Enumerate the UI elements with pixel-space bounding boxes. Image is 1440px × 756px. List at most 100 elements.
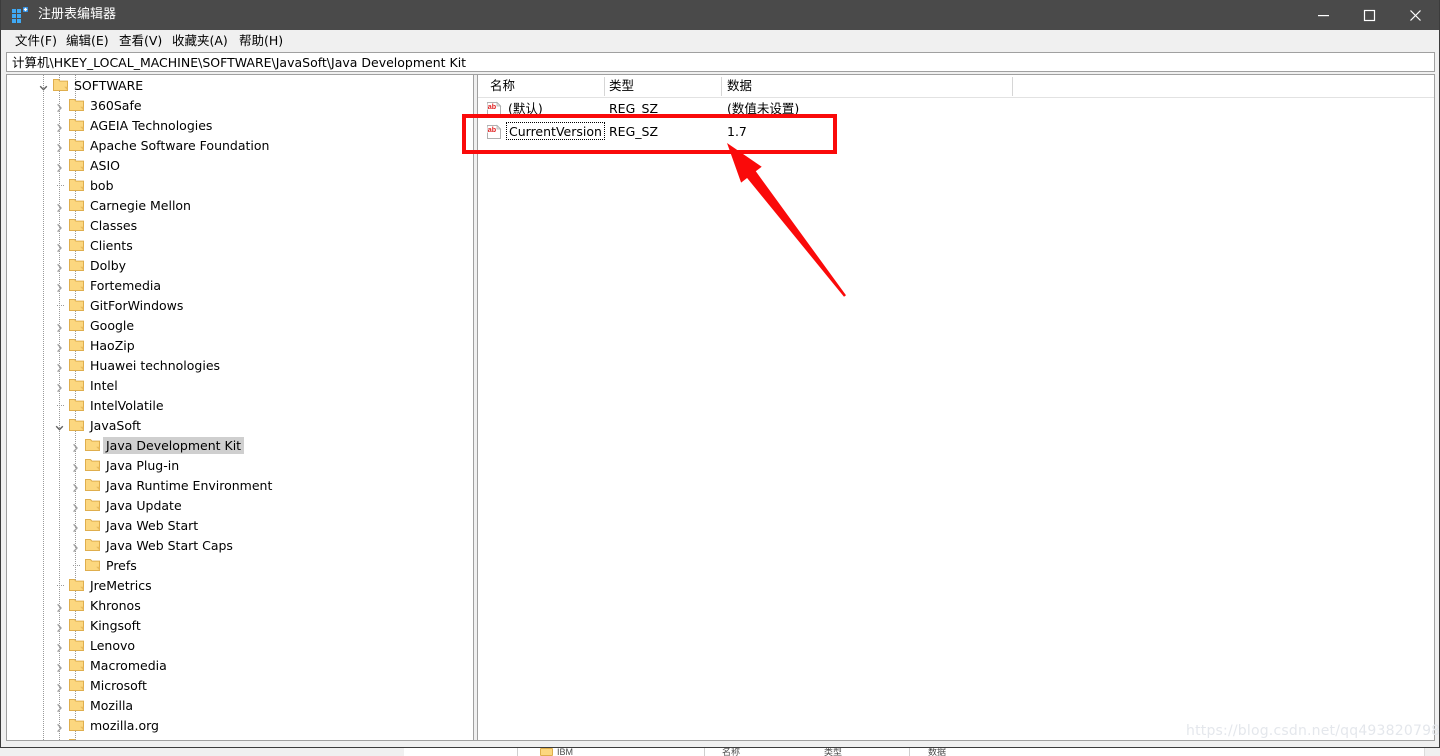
chevron-right-icon[interactable] <box>55 600 64 613</box>
tree-item[interactable]: Intel <box>7 375 473 395</box>
tree-item[interactable]: Lenovo <box>7 635 473 655</box>
column-divider[interactable] <box>721 77 722 96</box>
title-bar[interactable]: 注册表编辑器 <box>1 0 1439 30</box>
value-row[interactable]: ab (默认) REG_SZ (数值未设置) <box>478 98 1434 121</box>
tree-item[interactable]: Java Plug-in <box>7 455 473 475</box>
background-column-divider <box>517 747 518 756</box>
chevron-right-icon[interactable] <box>55 720 64 733</box>
close-icon <box>1409 9 1421 21</box>
column-header-type[interactable]: 类型 <box>609 75 634 97</box>
menu-favorites[interactable]: 收藏夹(A) <box>172 32 228 50</box>
tree-item[interactable]: Prefs <box>7 555 473 575</box>
chevron-right-icon[interactable] <box>55 340 64 353</box>
folder-icon <box>85 518 100 531</box>
column-divider[interactable] <box>604 77 605 96</box>
chevron-down-icon[interactable] <box>55 420 64 431</box>
chevron-right-icon[interactable] <box>55 700 64 713</box>
tree-item[interactable]: HaoZip <box>7 335 473 355</box>
tree-item[interactable]: Mozilla <box>7 695 473 715</box>
menu-view[interactable]: 查看(V) <box>119 32 162 50</box>
tree-item[interactable]: Carnegie Mellon <box>7 195 473 215</box>
folder-icon <box>69 718 84 731</box>
tree-item[interactable]: bob <box>7 175 473 195</box>
tree-item[interactable]: Java Development Kit <box>7 435 473 455</box>
chevron-right-icon[interactable] <box>55 160 64 173</box>
chevron-right-icon[interactable] <box>71 500 80 513</box>
address-bar[interactable]: 计算机\HKEY_LOCAL_MACHINE\SOFTWARE\JavaSoft… <box>6 52 1435 72</box>
chevron-right-icon[interactable] <box>55 320 64 333</box>
tree-item[interactable]: Fortemedia <box>7 275 473 295</box>
menu-edit[interactable]: 编辑(E) <box>66 32 109 50</box>
registry-tree[interactable]: SOFTWARE 360Safe AGEIA Technologies Apache … <box>7 75 473 740</box>
tree-item[interactable]: JavaSoft <box>7 415 473 435</box>
value-data: (数值未设置) <box>727 101 800 116</box>
minimize-icon <box>1317 14 1329 16</box>
chevron-right-icon[interactable] <box>55 240 64 253</box>
chevron-right-icon[interactable] <box>71 540 80 553</box>
chevron-right-icon[interactable] <box>55 360 64 373</box>
tree-item[interactable]: IntelVolatile <box>7 395 473 415</box>
tree-item-label: MozillaPlugins <box>87 737 181 740</box>
tree-item[interactable]: Macromedia <box>7 655 473 675</box>
tree-item-label: Dolby <box>90 258 127 273</box>
tree-item[interactable]: MozillaPlugins <box>7 735 473 740</box>
folder-icon <box>85 438 100 451</box>
tree-item[interactable]: SOFTWARE <box>7 75 473 95</box>
tree-item-label: GitForWindows <box>90 298 184 313</box>
tree-item[interactable]: Dolby <box>7 255 473 275</box>
string-value-icon: ab <box>486 101 502 117</box>
tree-item[interactable]: Classes <box>7 215 473 235</box>
registry-values-list[interactable]: 名称 类型 数据 ab (默认) REG_SZ (数值未设置) ab CurrentVer… <box>478 75 1434 740</box>
tree-item[interactable]: GitForWindows <box>7 295 473 315</box>
chevron-right-icon[interactable] <box>55 620 64 633</box>
chevron-right-icon[interactable] <box>55 100 64 113</box>
tree-item[interactable]: Khronos <box>7 595 473 615</box>
tree-item-label: Fortemedia <box>90 278 162 293</box>
folder-icon <box>85 558 100 571</box>
tree-item[interactable]: Clients <box>7 235 473 255</box>
tree-item[interactable]: 360Safe <box>7 95 473 115</box>
tree-item-label: HaoZip <box>90 338 135 353</box>
chevron-right-icon[interactable] <box>55 640 64 653</box>
chevron-right-icon[interactable] <box>55 260 64 273</box>
minimize-button[interactable] <box>1300 0 1346 30</box>
chevron-right-icon[interactable] <box>55 120 64 133</box>
chevron-right-icon[interactable] <box>55 660 64 673</box>
tree-item[interactable]: Huawei technologies <box>7 355 473 375</box>
tree-item[interactable]: mozilla.org <box>7 715 473 735</box>
chevron-right-icon[interactable] <box>71 480 80 493</box>
tree-item[interactable]: JreMetrics <box>7 575 473 595</box>
menu-help[interactable]: 帮助(H) <box>239 32 283 50</box>
background-scrollbar[interactable] <box>1424 747 1440 756</box>
tree-item[interactable]: Java Web Start <box>7 515 473 535</box>
column-header-name[interactable]: 名称 <box>490 75 515 97</box>
menu-file[interactable]: 文件(F) <box>15 32 57 50</box>
chevron-right-icon[interactable] <box>55 220 64 233</box>
value-row[interactable]: ab CurrentVersion REG_SZ 1.7 <box>478 121 1434 144</box>
tree-item[interactable]: Kingsoft <box>7 615 473 635</box>
tree-item[interactable]: Java Update <box>7 495 473 515</box>
tree-item-label: Apache Software Foundation <box>90 138 270 153</box>
chevron-right-icon[interactable] <box>55 200 64 213</box>
chevron-right-icon[interactable] <box>55 280 64 293</box>
tree-item[interactable]: Microsoft <box>7 675 473 695</box>
chevron-right-icon[interactable] <box>55 680 64 693</box>
registry-editor-icon <box>12 7 29 23</box>
tree-item[interactable]: Java Web Start Caps <box>7 535 473 555</box>
tree-item[interactable]: ASIO <box>7 155 473 175</box>
column-divider[interactable] <box>1012 77 1013 96</box>
chevron-right-icon[interactable] <box>71 440 80 453</box>
column-header-data[interactable]: 数据 <box>727 75 752 97</box>
chevron-right-icon[interactable] <box>71 460 80 473</box>
folder-icon <box>85 498 100 511</box>
tree-item[interactable]: Apache Software Foundation <box>7 135 473 155</box>
tree-item[interactable]: Google <box>7 315 473 335</box>
chevron-down-icon[interactable] <box>39 80 48 91</box>
close-button[interactable] <box>1392 0 1438 30</box>
chevron-right-icon[interactable] <box>71 520 80 533</box>
tree-item[interactable]: AGEIA Technologies <box>7 115 473 135</box>
tree-item[interactable]: Java Runtime Environment <box>7 475 473 495</box>
chevron-right-icon[interactable] <box>55 140 64 153</box>
chevron-right-icon[interactable] <box>55 380 64 393</box>
maximize-button[interactable] <box>1346 0 1392 30</box>
